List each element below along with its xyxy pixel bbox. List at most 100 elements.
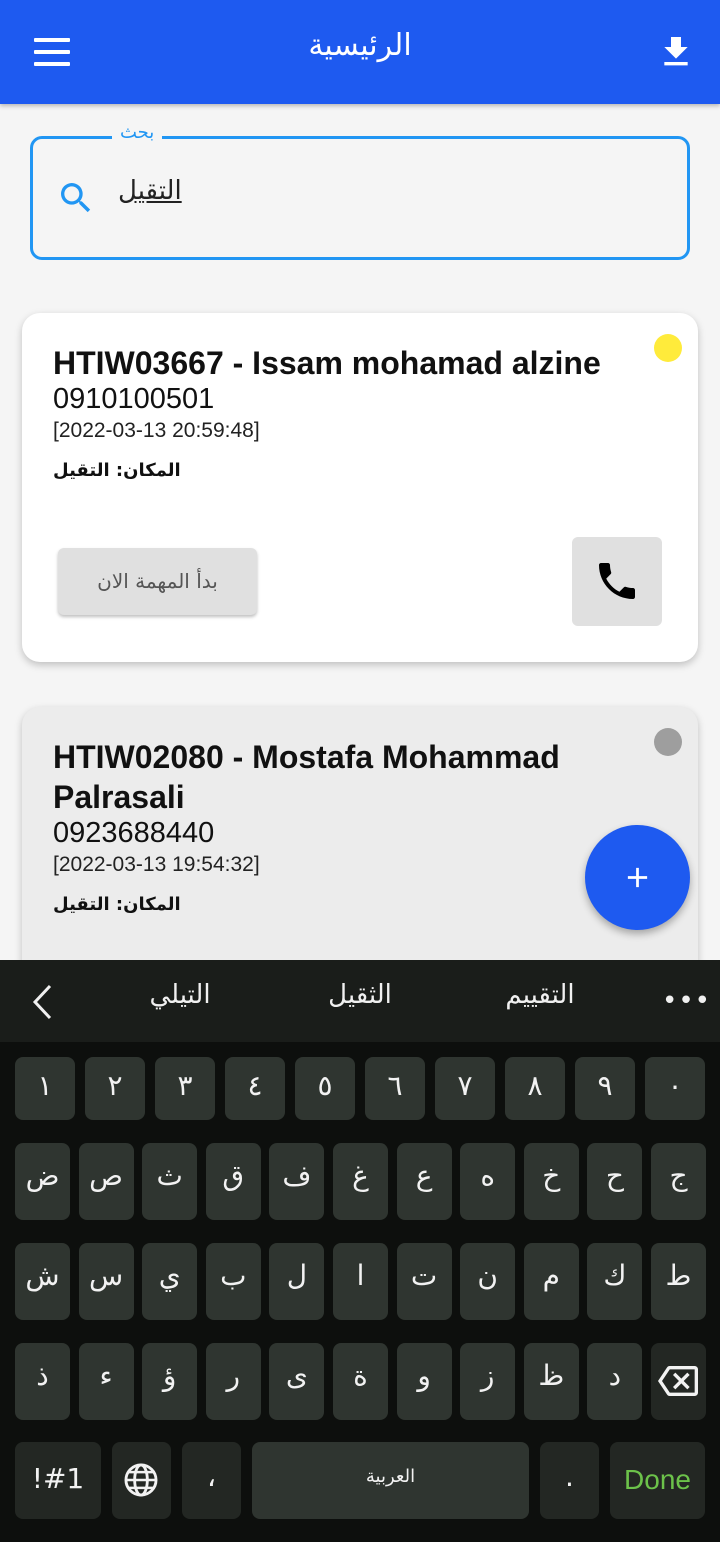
- period-key[interactable]: .: [540, 1442, 599, 1519]
- key-label: م: [542, 1259, 560, 1292]
- key-letter[interactable]: ر: [205, 1343, 261, 1420]
- task-heading: HTIW03667 - Issam mohamad alzine: [53, 345, 601, 381]
- key-letter[interactable]: ق: [205, 1143, 261, 1220]
- task-place: المكان: التقيل: [53, 894, 181, 915]
- key-6[interactable]: ٧: [435, 1057, 495, 1120]
- more-options-icon[interactable]: •••: [662, 986, 711, 1016]
- key-label: ر: [226, 1359, 241, 1392]
- download-icon[interactable]: [656, 32, 696, 72]
- key-letter[interactable]: ى: [269, 1343, 325, 1420]
- key-letter[interactable]: خ: [523, 1143, 579, 1220]
- key-letter[interactable]: ص: [78, 1143, 134, 1220]
- key-label: العربية: [365, 1466, 416, 1487]
- key-8[interactable]: ٩: [575, 1057, 635, 1120]
- key-letter[interactable]: ش: [15, 1243, 70, 1320]
- key-letter[interactable]: ي: [142, 1243, 198, 1320]
- key-letter[interactable]: ف: [269, 1143, 325, 1220]
- key-letter[interactable]: ت: [396, 1243, 452, 1320]
- call-button[interactable]: [572, 537, 662, 626]
- done-key[interactable]: Done: [610, 1442, 705, 1519]
- key-label: ي: [158, 1259, 181, 1292]
- status-dot: [654, 334, 682, 362]
- key-label: ل: [286, 1259, 308, 1292]
- status-dot: [654, 728, 682, 756]
- chevron-left-icon[interactable]: [30, 982, 54, 1022]
- key-letter[interactable]: ب: [205, 1243, 261, 1320]
- key-letter[interactable]: م: [523, 1243, 579, 1320]
- key-letter[interactable]: ح: [587, 1143, 643, 1220]
- key-label: Done: [624, 1464, 691, 1495]
- suggestion-item[interactable]: التيلي: [120, 980, 240, 1010]
- key-label: ث: [156, 1159, 183, 1192]
- key-label: د: [608, 1359, 622, 1392]
- task-heading: HTIW02080 - Mostafa Mohammad Palrasali: [53, 739, 560, 815]
- key-letter[interactable]: ض: [15, 1143, 70, 1220]
- language-key[interactable]: [112, 1442, 171, 1519]
- key-letter[interactable]: ث: [142, 1143, 198, 1220]
- phone-icon: [599, 563, 635, 599]
- key-2[interactable]: ٣: [155, 1057, 215, 1120]
- key-4[interactable]: ٥: [295, 1057, 355, 1120]
- key-0[interactable]: ١: [15, 1057, 75, 1120]
- key-label: ف: [282, 1159, 312, 1192]
- search-icon: [61, 183, 91, 213]
- key-label: ن: [477, 1259, 498, 1292]
- key-label: ش: [25, 1259, 60, 1292]
- key-label: ب: [220, 1259, 247, 1292]
- key-label: ٥: [317, 1069, 333, 1102]
- task-phone-number: 0923688440: [53, 817, 215, 849]
- key-9[interactable]: ٠: [645, 1057, 705, 1120]
- key-label: ظ: [538, 1359, 565, 1392]
- key-3[interactable]: ٤: [225, 1057, 285, 1120]
- search-input-value[interactable]: التقيل: [118, 176, 182, 206]
- key-letter[interactable]: ز: [460, 1343, 516, 1420]
- suggestion-item[interactable]: الثقيل: [295, 980, 425, 1010]
- key-letter[interactable]: ج: [651, 1143, 706, 1220]
- key-7[interactable]: ٨: [505, 1057, 565, 1120]
- key-letter[interactable]: ء: [78, 1343, 134, 1420]
- plus-icon: [627, 867, 648, 888]
- key-1[interactable]: ٢: [85, 1057, 145, 1120]
- suggestion-item[interactable]: التقييم: [475, 980, 605, 1010]
- key-letter[interactable]: ؤ: [142, 1343, 198, 1420]
- key-label: ك: [603, 1259, 627, 1292]
- key-letter[interactable]: غ: [333, 1143, 388, 1220]
- key-letter[interactable]: و: [396, 1343, 452, 1420]
- suggestion-bar: التيلي الثقيل التقييم •••: [0, 960, 720, 1042]
- key-label: ض: [25, 1159, 60, 1192]
- key-label: خ: [542, 1159, 561, 1192]
- key-letter[interactable]: ع: [396, 1143, 452, 1220]
- key-letter[interactable]: ل: [269, 1243, 325, 1320]
- start-task-button[interactable]: بدأ المهمة الان: [58, 548, 257, 615]
- key-letter[interactable]: ة: [333, 1343, 388, 1420]
- key-label: ٤: [247, 1069, 263, 1102]
- key-label: ط: [665, 1259, 692, 1292]
- key-label: ت: [410, 1259, 438, 1292]
- task-timestamp: [2022-03-13 19:54:32]: [53, 853, 260, 876]
- key-label: .: [565, 1460, 574, 1493]
- key-label: ء: [99, 1359, 113, 1392]
- key-letter[interactable]: ه: [460, 1143, 516, 1220]
- task-card[interactable]: HTIW03667 - Issam mohamad alzine 0910100…: [22, 313, 698, 662]
- key-letter[interactable]: ك: [587, 1243, 643, 1320]
- key-letter[interactable]: ذ: [15, 1343, 70, 1420]
- comma-key[interactable]: ،: [182, 1442, 241, 1519]
- task-timestamp: [2022-03-13 20:59:48]: [53, 419, 260, 442]
- backspace-icon: [658, 1366, 698, 1396]
- key-letter[interactable]: ظ: [523, 1343, 579, 1420]
- key-letter[interactable]: د: [587, 1343, 643, 1420]
- key-letter[interactable]: س: [78, 1243, 134, 1320]
- symbols-key[interactable]: !#1: [15, 1442, 101, 1519]
- key-label: س: [89, 1259, 124, 1292]
- key-label: ذ: [36, 1359, 49, 1392]
- key-letter[interactable]: ا: [333, 1243, 388, 1320]
- space-key[interactable]: العربية: [252, 1442, 529, 1519]
- search-label: بحث: [112, 122, 163, 143]
- key-letter[interactable]: ط: [651, 1243, 706, 1320]
- key-letter[interactable]: ن: [460, 1243, 516, 1320]
- add-button[interactable]: [585, 825, 690, 930]
- backspace-key[interactable]: [651, 1343, 706, 1420]
- app-bar: الرئيسية: [0, 0, 720, 104]
- key-label: ج: [669, 1159, 688, 1192]
- key-5[interactable]: ٦: [365, 1057, 425, 1120]
